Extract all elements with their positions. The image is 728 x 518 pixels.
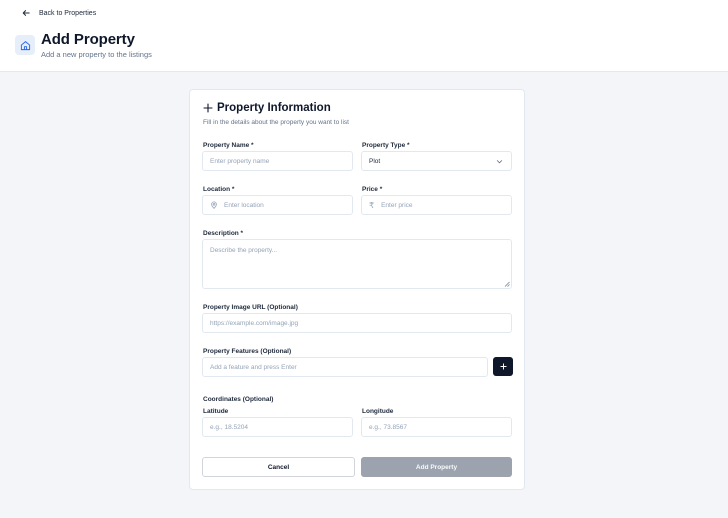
add-property-button[interactable]: Add Property bbox=[361, 457, 512, 477]
property-type-select[interactable]: Plot bbox=[361, 151, 512, 171]
arrow-left-icon bbox=[22, 10, 30, 16]
property-type-value: Plot bbox=[369, 157, 381, 165]
map-pin-icon bbox=[210, 201, 218, 209]
feature-placeholder: Add a feature and press Enter bbox=[210, 363, 297, 371]
image-url-input[interactable]: https://example.com/image.jpg bbox=[202, 313, 512, 333]
form-title: Property Information bbox=[217, 102, 331, 114]
latitude-placeholder: e.g., 18.5204 bbox=[210, 423, 248, 431]
page-subtitle: Add a new property to the listings bbox=[41, 50, 152, 59]
plus-icon bbox=[499, 363, 507, 370]
feature-input[interactable]: Add a feature and press Enter bbox=[202, 357, 488, 377]
back-to-properties-link[interactable]: Back to Properties bbox=[22, 7, 96, 19]
property-name-label: Property Name * bbox=[203, 142, 254, 149]
back-link-label: Back to Properties bbox=[39, 9, 97, 17]
property-form-card: Property Information Fill in the details… bbox=[189, 89, 525, 490]
chevron-down-icon bbox=[496, 160, 503, 164]
page-header: Back to Properties Add Property Add a ne… bbox=[0, 0, 728, 72]
form-header: Property Information bbox=[203, 102, 331, 114]
property-type-label: Property Type * bbox=[362, 142, 410, 149]
page-title: Add Property bbox=[41, 31, 135, 48]
property-name-input[interactable]: Enter property name bbox=[202, 151, 353, 171]
coordinates-label: Coordinates (Optional) bbox=[203, 396, 274, 403]
add-feature-button[interactable] bbox=[493, 357, 513, 376]
page-icon-tile bbox=[15, 35, 35, 55]
description-placeholder: Describe the property... bbox=[210, 247, 278, 254]
price-label: Price * bbox=[362, 186, 383, 193]
description-textarea[interactable]: Describe the property... bbox=[202, 239, 512, 289]
longitude-placeholder: e.g., 73.8567 bbox=[369, 423, 407, 431]
plus-icon bbox=[203, 103, 213, 113]
latitude-input[interactable]: e.g., 18.5204 bbox=[202, 417, 353, 437]
location-placeholder: Enter location bbox=[224, 201, 264, 209]
home-icon bbox=[20, 40, 30, 50]
price-placeholder: Enter price bbox=[381, 201, 413, 209]
latitude-label: Latitude bbox=[203, 408, 229, 415]
features-label: Property Features (Optional) bbox=[203, 348, 292, 355]
description-label: Description * bbox=[203, 230, 244, 237]
rupee-icon: ₹ bbox=[369, 200, 375, 210]
property-name-placeholder: Enter property name bbox=[210, 157, 270, 165]
price-input[interactable]: ₹ Enter price bbox=[361, 195, 512, 215]
form-subtitle: Fill in the details about the property y… bbox=[203, 119, 349, 126]
longitude-label: Longitude bbox=[362, 408, 394, 415]
longitude-input[interactable]: e.g., 73.8567 bbox=[361, 417, 512, 437]
location-label: Location * bbox=[203, 186, 235, 193]
image-url-label: Property Image URL (Optional) bbox=[203, 304, 298, 311]
location-input[interactable]: Enter location bbox=[202, 195, 353, 215]
image-url-placeholder: https://example.com/image.jpg bbox=[210, 319, 299, 327]
cancel-button[interactable]: Cancel bbox=[202, 457, 355, 477]
resize-handle-icon[interactable] bbox=[504, 281, 510, 287]
